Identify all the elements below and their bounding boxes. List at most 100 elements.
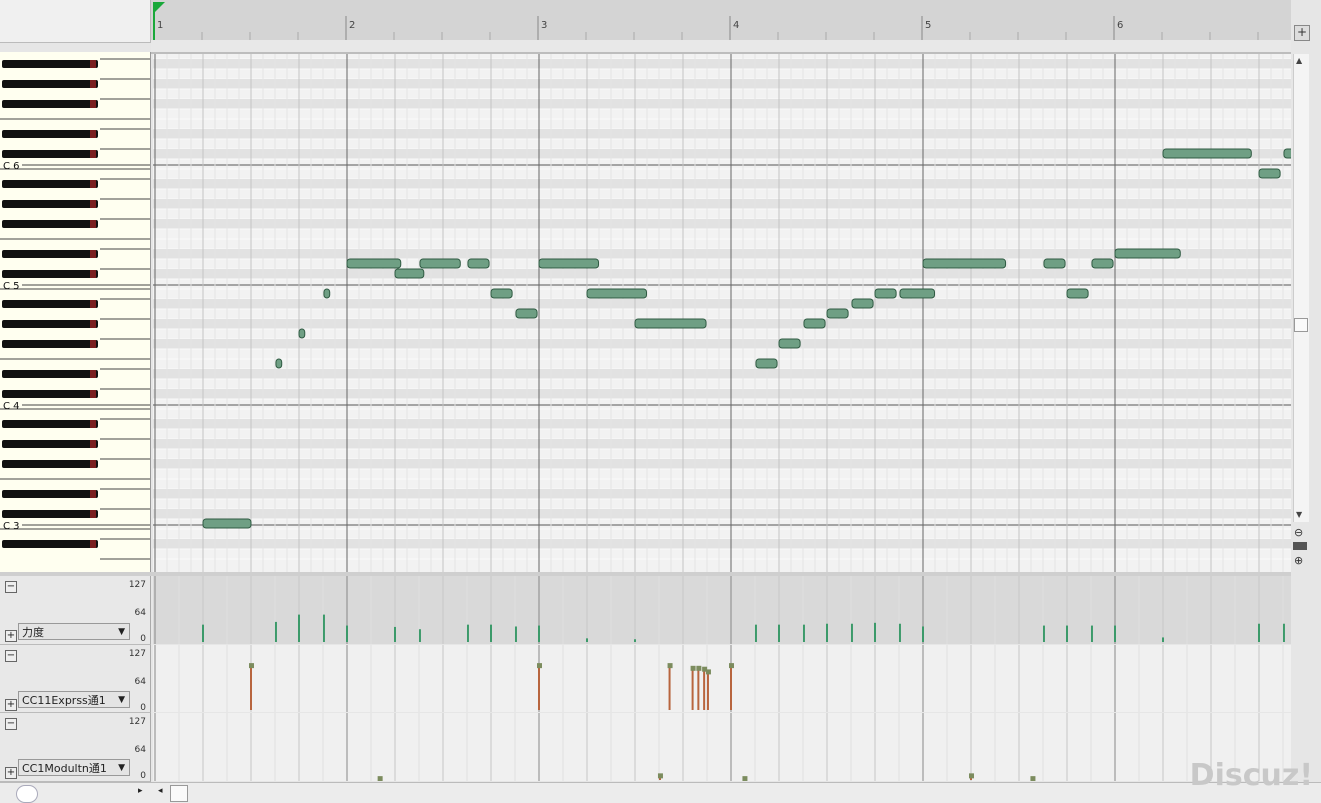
black-key-tip: [90, 460, 96, 468]
black-key: [2, 510, 98, 518]
measure-number: 2: [349, 20, 355, 31]
black-key-row: [153, 339, 1291, 349]
midi-note: [803, 318, 826, 329]
black-key: [2, 320, 98, 328]
cc1-lane-header: − 127 64 0 + CC1Modultn通1 ▼: [0, 713, 151, 782]
midi-note: [515, 308, 538, 319]
chevron-down-icon: ▼: [118, 763, 125, 773]
ruler-strip: [151, 40, 1291, 54]
black-key-tip: [90, 60, 96, 68]
black-key-tip: [90, 340, 96, 348]
lane-type-select[interactable]: 力度 ▼: [18, 623, 130, 640]
black-key: [2, 100, 98, 108]
zoom-in-icon[interactable]: ⊕: [1294, 554, 1303, 567]
axis-max-label: 127: [128, 717, 146, 727]
black-key-row: [153, 319, 1291, 329]
collapse-lane-button[interactable]: −: [5, 718, 17, 730]
black-key: [2, 80, 98, 88]
cc11-lane[interactable]: [153, 645, 1291, 712]
cc1-lane[interactable]: [153, 713, 1291, 781]
black-key-tip: [90, 80, 96, 88]
add-lane-plus-button[interactable]: +: [5, 699, 17, 711]
midi-note: [874, 288, 897, 299]
scroll-thumb[interactable]: [1294, 318, 1308, 332]
black-key-tip: [90, 270, 96, 278]
collapse-lane-button[interactable]: −: [5, 650, 17, 662]
black-key-tip: [90, 300, 96, 308]
add-lane-plus-button[interactable]: +: [5, 630, 17, 642]
black-key-row: [153, 509, 1291, 519]
add-lane-button[interactable]: +: [1294, 25, 1310, 41]
black-key-tip: [90, 200, 96, 208]
scroll-right-arrow-icon[interactable]: ▸: [138, 786, 143, 796]
zoom-out-icon[interactable]: ⊖: [1294, 526, 1303, 539]
midi-note: [467, 258, 490, 269]
midi-note: [851, 298, 874, 309]
hscroll-thumb[interactable]: [170, 785, 188, 802]
black-key-row: [153, 489, 1291, 499]
black-key-tip: [90, 180, 96, 188]
black-key-tip: [90, 440, 96, 448]
midi-note: [826, 308, 849, 319]
midi-note: [490, 288, 513, 299]
black-key-tip: [90, 510, 96, 518]
event-handle: [249, 663, 254, 669]
lane-type-label: CC11Exprss通1: [22, 694, 106, 707]
black-key: [2, 460, 98, 468]
black-key-row: [153, 129, 1291, 139]
vertical-zoom-controls: ⊖ ⊕: [1293, 524, 1308, 572]
event-handle: [657, 773, 663, 779]
midi-note: [1162, 148, 1252, 159]
black-key-tip: [90, 250, 96, 258]
midi-note: [275, 358, 283, 369]
midi-note: [899, 288, 936, 299]
black-key: [2, 270, 98, 278]
piano-roll-grid[interactable]: [153, 54, 1291, 572]
vertical-scrollbar[interactable]: ▲ ▼: [1293, 54, 1309, 522]
midi-note: [1043, 258, 1066, 269]
axis-min-label: 0: [140, 634, 146, 644]
midi-note: [323, 288, 331, 299]
velocity-lane[interactable]: [153, 576, 1291, 644]
event-handle: [537, 663, 542, 669]
black-key: [2, 370, 98, 378]
black-key-row: [153, 439, 1291, 449]
axis-mid-label: 64: [134, 608, 146, 618]
black-key: [2, 420, 98, 428]
black-key: [2, 390, 98, 398]
black-key-tip: [90, 220, 96, 228]
event-handle: [705, 669, 711, 675]
black-key-row: [153, 459, 1291, 469]
scroll-left-arrow-icon[interactable]: ◂: [158, 786, 163, 796]
midi-note: [298, 328, 306, 339]
black-key: [2, 340, 98, 348]
cc1-lane-svg: [154, 713, 1284, 781]
add-lane-plus-button[interactable]: +: [5, 767, 17, 779]
cc11-lane-svg: [154, 645, 1284, 712]
scroll-down-arrow-icon[interactable]: ▼: [1296, 510, 1302, 519]
lane-type-select[interactable]: CC1Modultn通1 ▼: [18, 759, 130, 776]
black-key: [2, 60, 98, 68]
collapse-lane-button[interactable]: −: [5, 581, 17, 593]
scroll-up-arrow-icon[interactable]: ▲: [1296, 56, 1302, 65]
black-key-row: [153, 79, 1291, 89]
lane-type-label: CC1Modultn通1: [22, 762, 107, 775]
horizontal-scrollbar[interactable]: ▸ ◂: [0, 782, 1321, 803]
midi-note: [1066, 288, 1089, 299]
midi-note: [346, 258, 402, 269]
timeline-ruler[interactable]: 1 2 3 4 5 6: [151, 0, 1291, 41]
cc11-lane-header: − 127 64 0 + CC11Exprss通1 ▼: [0, 645, 151, 713]
measure-number: 1: [157, 20, 163, 31]
measure-number: 3: [541, 20, 547, 31]
event-handle: [377, 776, 383, 781]
timeline-svg: 1 2 3 4 5 6: [153, 2, 1259, 40]
piano-keyboard[interactable]: C 6 C 5 C 4 C 3: [0, 52, 151, 572]
midi-note: [538, 258, 600, 269]
zoom-level-bar[interactable]: [1293, 542, 1307, 550]
lane-type-select[interactable]: CC11Exprss通1 ▼: [18, 691, 130, 708]
event-handle: [742, 776, 748, 781]
midi-note: [1091, 258, 1114, 269]
round-handle-icon[interactable]: [16, 785, 38, 803]
keyboard-svg: C 6 C 5 C 4 C 3: [0, 58, 150, 560]
black-key-row: [153, 299, 1291, 309]
